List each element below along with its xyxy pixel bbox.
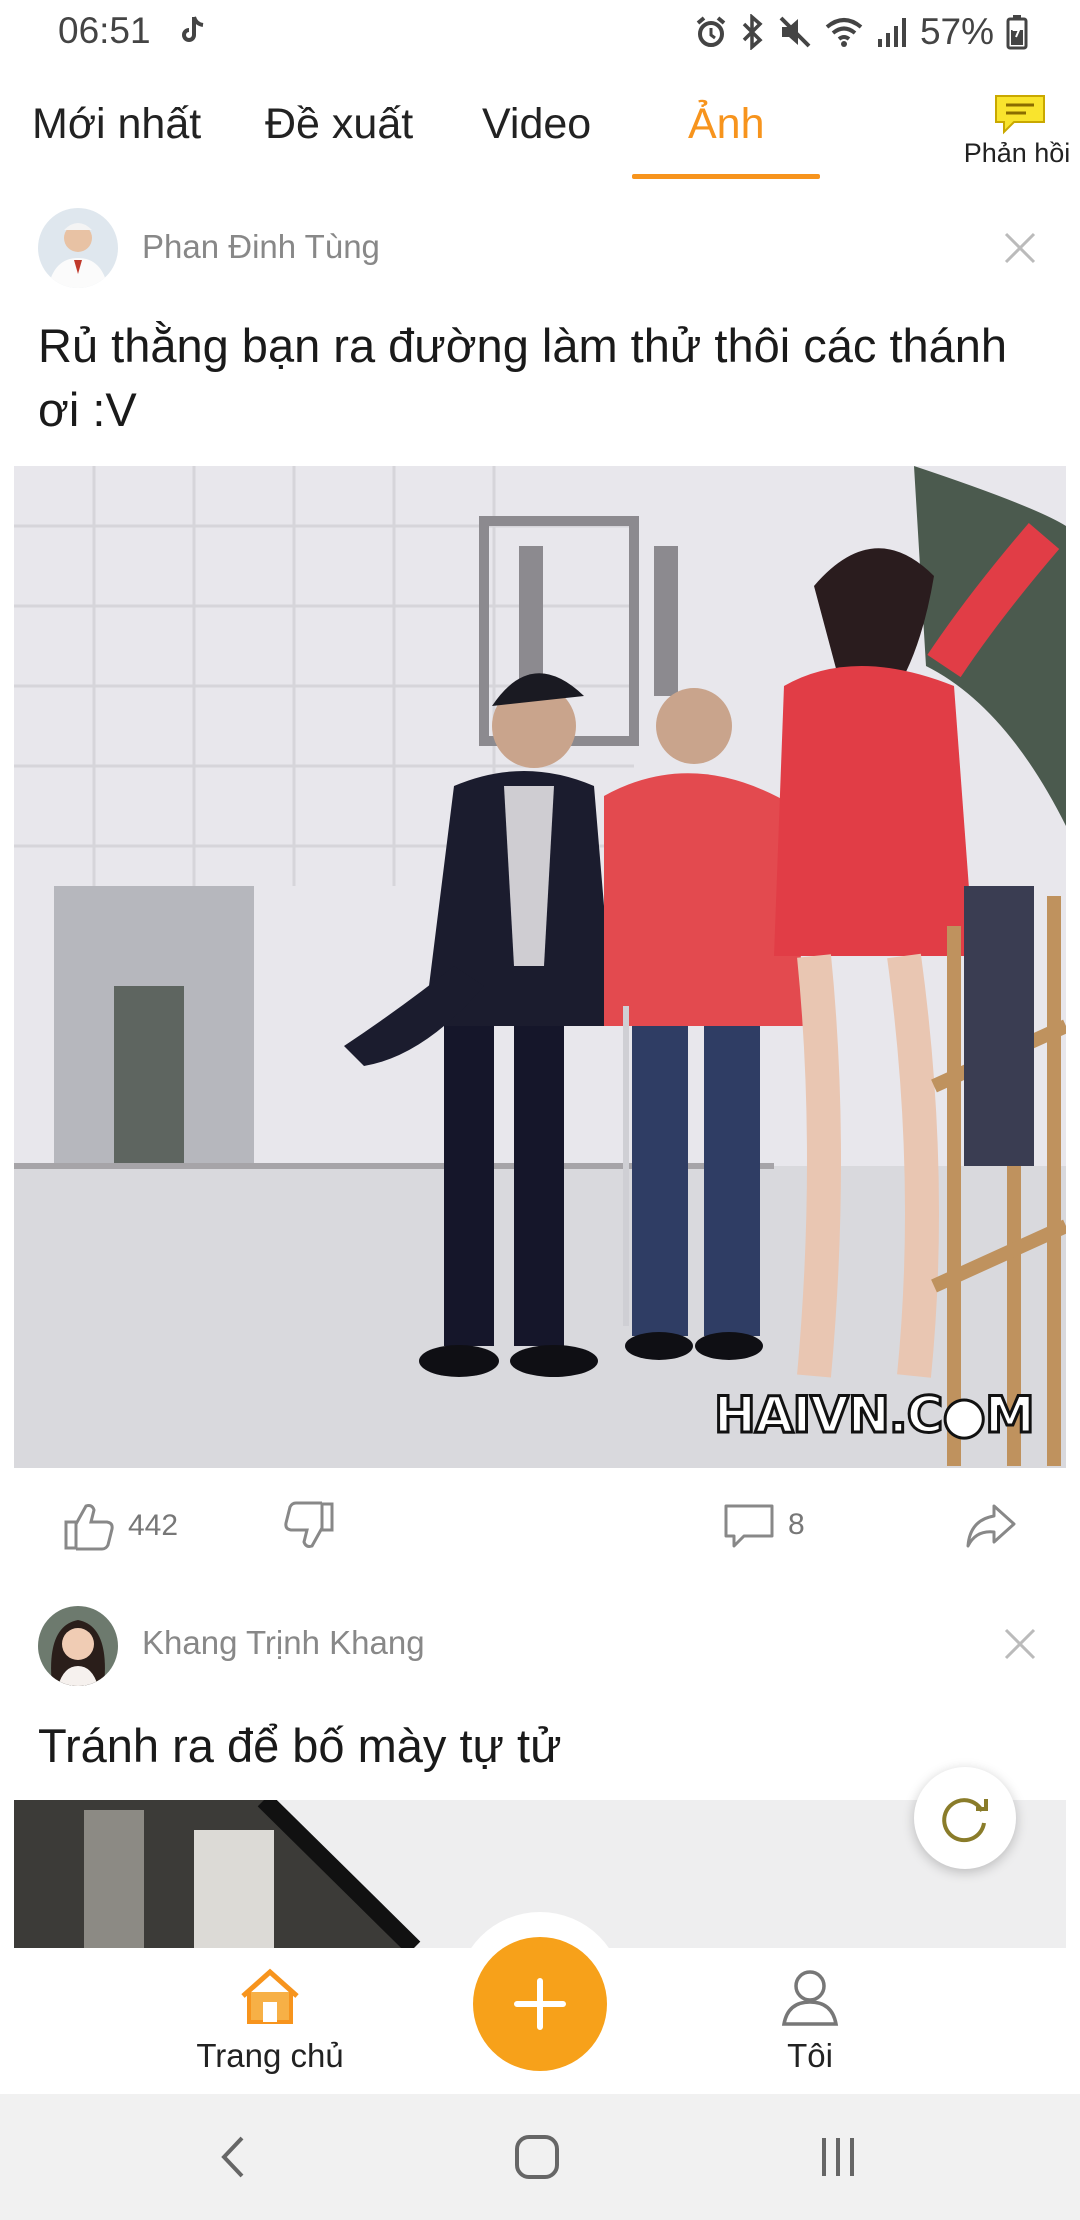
user-icon	[781, 1970, 839, 2026]
like-count: 442	[128, 1509, 179, 1542]
comment-count: 8	[788, 1508, 805, 1541]
home-icon	[241, 1968, 299, 2024]
thumbs-up-icon	[64, 1504, 114, 1551]
back-icon[interactable]	[214, 2132, 254, 2182]
feedback-button[interactable]: Phản hồi	[960, 92, 1080, 169]
alarm-icon	[696, 16, 726, 47]
refresh-button[interactable]	[914, 1767, 1016, 1869]
comment-button[interactable]: 8	[722, 1500, 805, 1550]
tab-moi-nhat[interactable]: Mới nhất	[32, 100, 201, 149]
status-time: 06:51	[58, 10, 151, 51]
thumbs-down-icon	[284, 1501, 334, 1548]
home-button-icon[interactable]	[512, 2132, 562, 2182]
image-watermark: HAIVN.C●M	[713, 1385, 1037, 1446]
author-name[interactable]: Khang Trịnh Khang	[142, 1624, 425, 1662]
battery-percent: 57%	[919, 11, 994, 52]
share-button[interactable]	[964, 1500, 1018, 1550]
post-photo	[14, 466, 1066, 1468]
close-icon[interactable]	[1000, 1624, 1040, 1664]
active-tab-underline	[632, 174, 820, 179]
battery-icon	[1006, 15, 1028, 50]
system-nav-bar	[0, 2094, 1080, 2220]
bluetooth-icon	[742, 14, 763, 50]
status-icons: 57%	[694, 10, 1028, 54]
signal-icon	[877, 18, 906, 47]
refresh-icon	[942, 1798, 988, 1843]
post-header: Phan Đinh Tùng	[0, 203, 1080, 293]
tiktok-icon	[182, 16, 204, 42]
like-button[interactable]: 442	[62, 1500, 178, 1552]
post-image[interactable]: HAIVN.C●M	[14, 466, 1066, 1468]
nav-me[interactable]: Tôi	[690, 1966, 930, 2075]
mute-icon	[779, 16, 811, 48]
comment-icon	[724, 1504, 774, 1548]
share-icon	[966, 1504, 1016, 1548]
author-name[interactable]: Phan Đinh Tùng	[142, 228, 380, 266]
feedback-label: Phản hồi	[963, 138, 1071, 168]
post-title[interactable]: Tránh ra để bố mày tự tử	[38, 1714, 1048, 1778]
post-actions: 442 8	[0, 1490, 1080, 1570]
add-post-button[interactable]	[473, 1937, 607, 2071]
wifi-icon	[825, 18, 863, 47]
plus-icon	[514, 1978, 566, 2030]
tab-video[interactable]: Video	[482, 100, 591, 149]
nav-home[interactable]: Trang chủ	[150, 1966, 390, 2075]
avatar[interactable]	[38, 1606, 118, 1686]
nav-home-label: Trang chủ	[196, 2037, 344, 2074]
tab-de-xuat[interactable]: Đề xuất	[265, 100, 413, 149]
tab-anh[interactable]: Ảnh	[688, 100, 765, 149]
feedback-chat-icon	[995, 95, 1045, 135]
nav-me-label: Tôi	[787, 2037, 833, 2074]
close-icon[interactable]	[1000, 228, 1040, 268]
status-bar: 06:51 57%	[0, 0, 1080, 64]
recents-icon[interactable]	[818, 2132, 858, 2182]
avatar[interactable]	[38, 208, 118, 288]
dislike-button[interactable]	[282, 1500, 336, 1552]
post-title[interactable]: Rủ thằng bạn ra đường làm thử thôi các t…	[38, 314, 1048, 442]
category-tabs: Mới nhất Đề xuất Video Ảnh Phản hồi	[0, 78, 1080, 182]
post-header: Khang Trịnh Khang	[0, 1600, 1080, 1690]
